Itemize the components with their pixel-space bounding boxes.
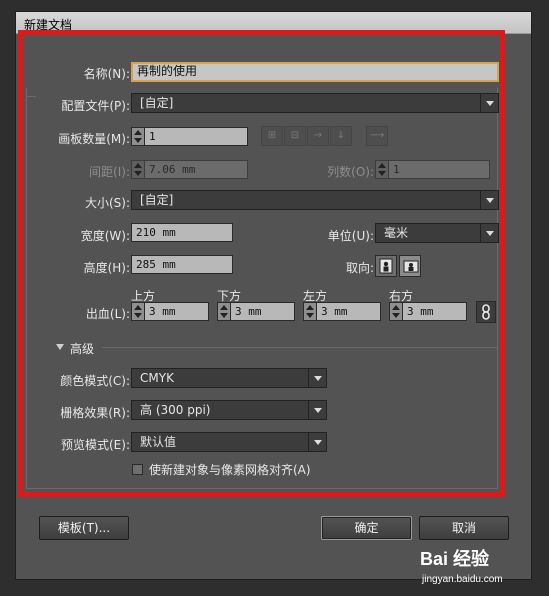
templates-button[interactable]: 模板(T)... <box>39 516 129 540</box>
highlight-frame <box>18 30 505 497</box>
watermark-url: jingyan.baidu.com <box>422 574 503 585</box>
ok-button[interactable]: 确定 <box>321 516 412 540</box>
watermark-logo-text: Bai 经验 <box>420 549 490 569</box>
baidu-watermark: Bai 经验 jingyan.baidu.com <box>420 545 549 596</box>
cancel-button[interactable]: 取消 <box>419 516 509 540</box>
